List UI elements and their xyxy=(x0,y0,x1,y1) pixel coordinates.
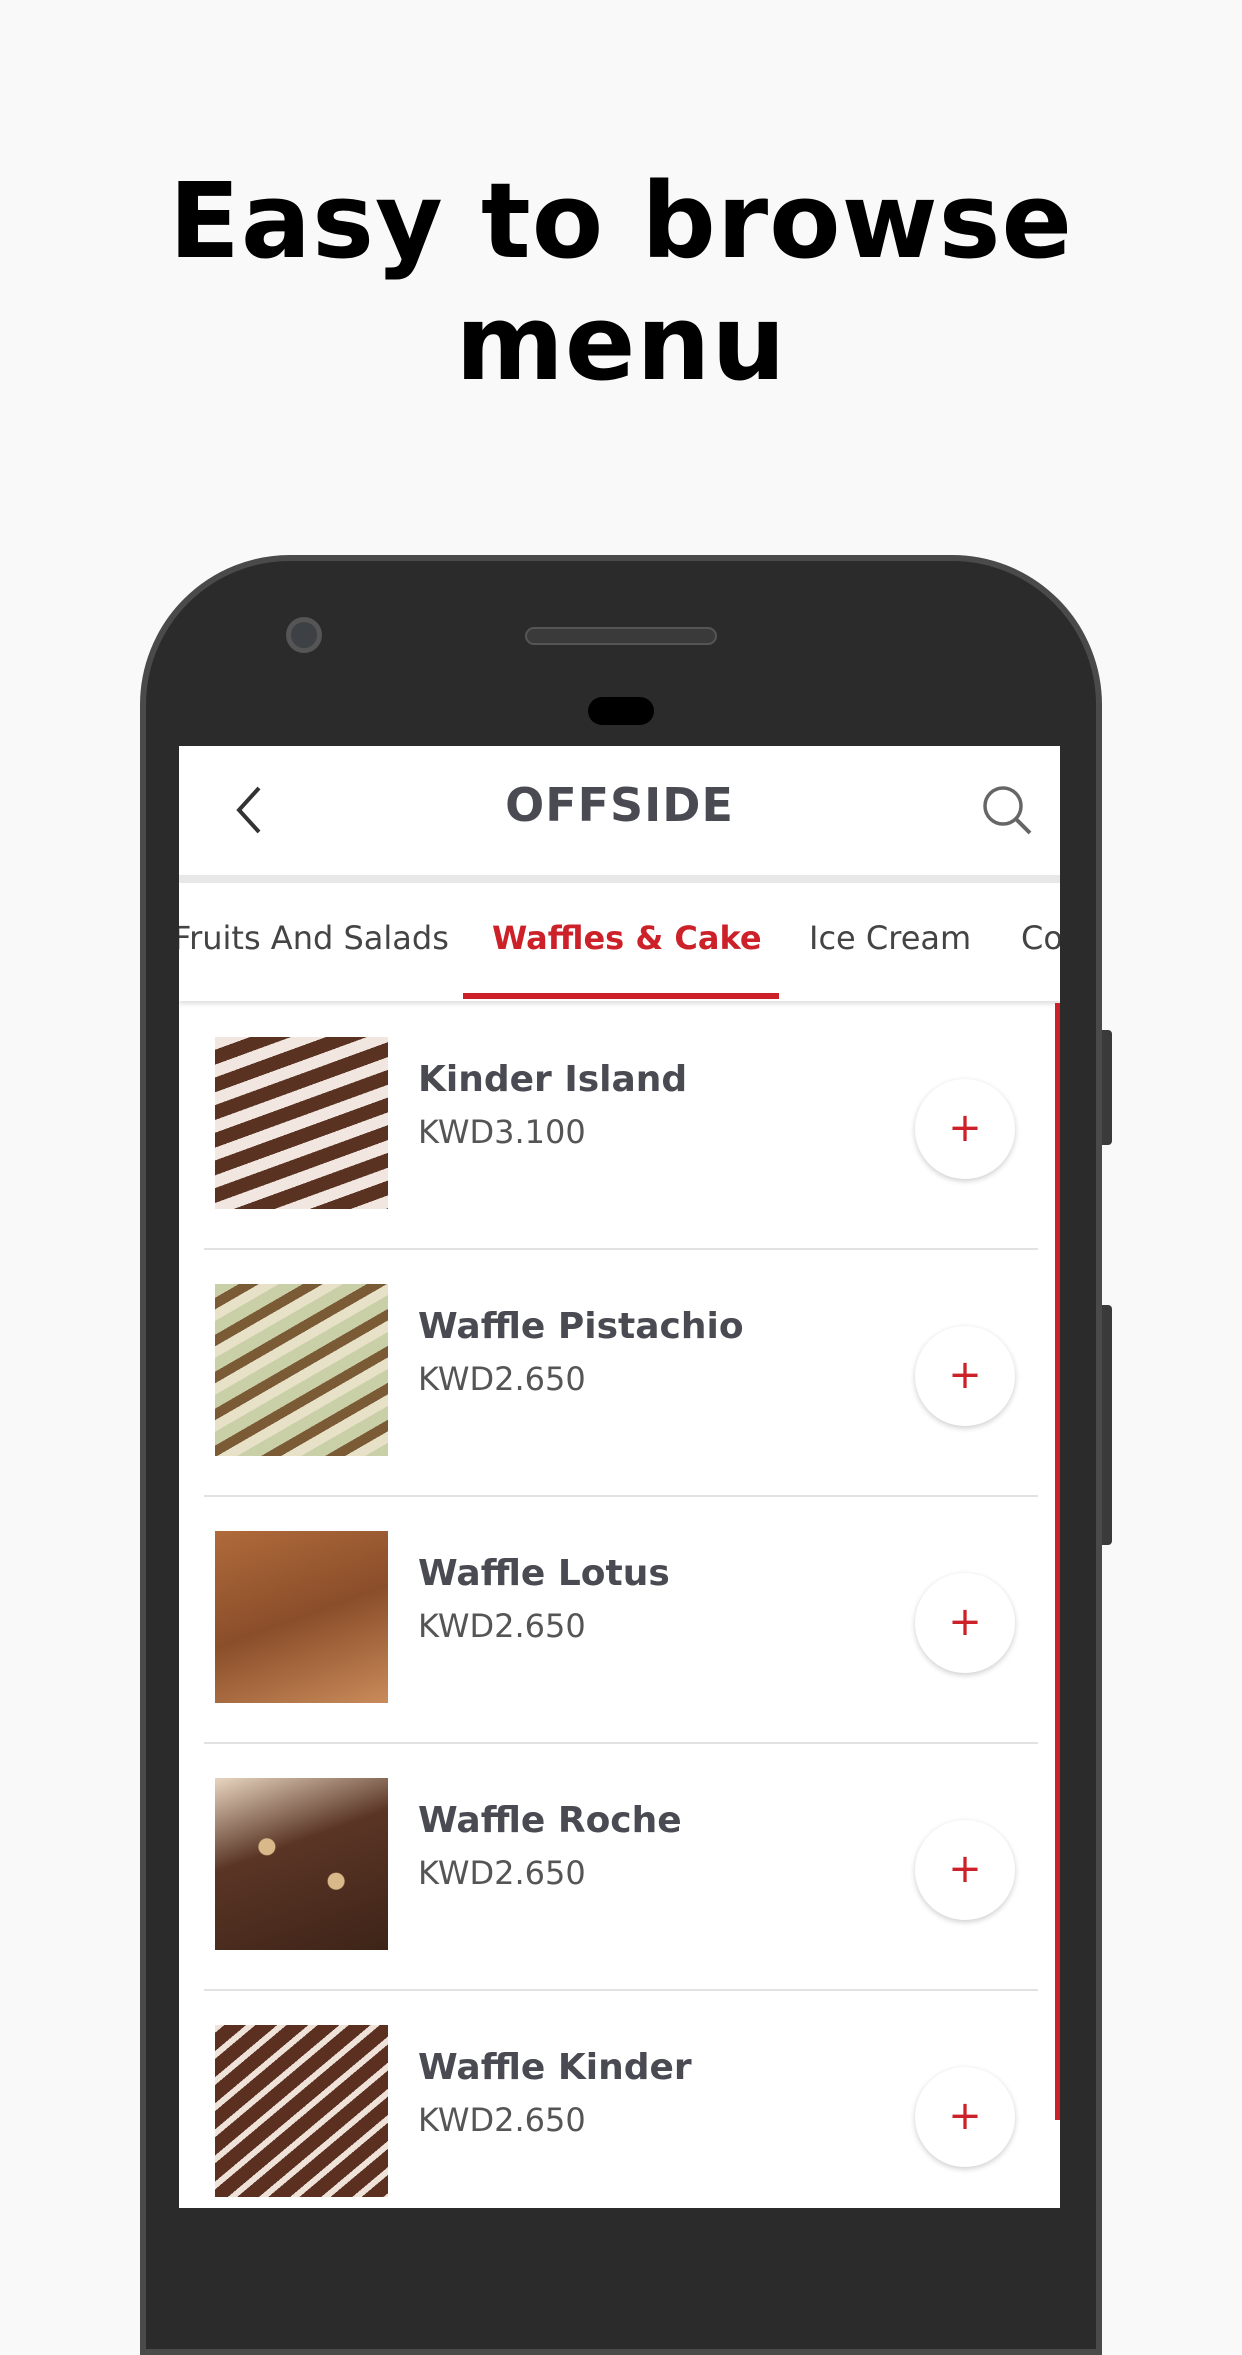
menu-item[interactable]: Waffle Kinder KWD2.650 + xyxy=(179,1991,1060,2208)
item-name: Kinder Island xyxy=(418,1059,688,1100)
item-name: Waffle Pistachio xyxy=(418,1306,744,1347)
item-name: Waffle Lotus xyxy=(418,1553,670,1594)
item-price: KWD3.100 xyxy=(418,1113,586,1151)
search-icon[interactable] xyxy=(978,781,1038,841)
menu-item[interactable]: Waffle Roche KWD2.650 + xyxy=(179,1744,1060,1991)
category-tabs: Fruits And Salads Waffles & Cake Ice Cre… xyxy=(179,883,1060,1001)
add-to-cart-button[interactable]: + xyxy=(915,1820,1015,1920)
app-header: OFFSIDE xyxy=(179,746,1060,875)
item-image xyxy=(215,1284,388,1456)
item-price: KWD2.650 xyxy=(418,1854,586,1892)
phone-side-button xyxy=(1102,1030,1112,1145)
item-price: KWD2.650 xyxy=(418,1360,586,1398)
item-image xyxy=(215,1037,388,1209)
app-screen: OFFSIDE Fruits And Salads Waffles & Cake… xyxy=(179,746,1060,2208)
tab-ice-cream[interactable]: Ice Cream xyxy=(809,919,971,957)
header-divider xyxy=(179,875,1060,883)
speaker-grille xyxy=(525,627,717,645)
camera-icon xyxy=(286,617,322,653)
item-price: KWD2.650 xyxy=(418,2101,586,2139)
menu-item[interactable]: Waffle Pistachio KWD2.650 + xyxy=(179,1250,1060,1497)
item-image xyxy=(215,1778,388,1950)
item-image xyxy=(215,1531,388,1703)
tab-co[interactable]: Co xyxy=(1021,919,1060,957)
item-image xyxy=(215,2025,388,2197)
item-name: Waffle Kinder xyxy=(418,2047,692,2088)
add-to-cart-button[interactable]: + xyxy=(915,2067,1015,2167)
add-to-cart-button[interactable]: + xyxy=(915,1079,1015,1179)
active-tab-indicator xyxy=(463,993,779,999)
add-to-cart-button[interactable]: + xyxy=(915,1573,1015,1673)
item-name: Waffle Roche xyxy=(418,1800,682,1841)
menu-item[interactable]: Kinder Island KWD3.100 + xyxy=(179,1003,1060,1250)
phone-volume-button xyxy=(1102,1305,1112,1545)
menu-item[interactable]: Waffle Lotus KWD2.650 + xyxy=(179,1497,1060,1744)
page-title: OFFSIDE xyxy=(505,778,734,832)
add-to-cart-button[interactable]: + xyxy=(915,1326,1015,1426)
tab-waffles-and-cake[interactable]: Waffles & Cake xyxy=(492,919,762,957)
sensor xyxy=(588,697,654,725)
headline: Easy to browse menu xyxy=(168,160,1074,404)
item-price: KWD2.650 xyxy=(418,1607,586,1645)
tab-fruits-and-salads[interactable]: Fruits And Salads xyxy=(179,919,449,957)
